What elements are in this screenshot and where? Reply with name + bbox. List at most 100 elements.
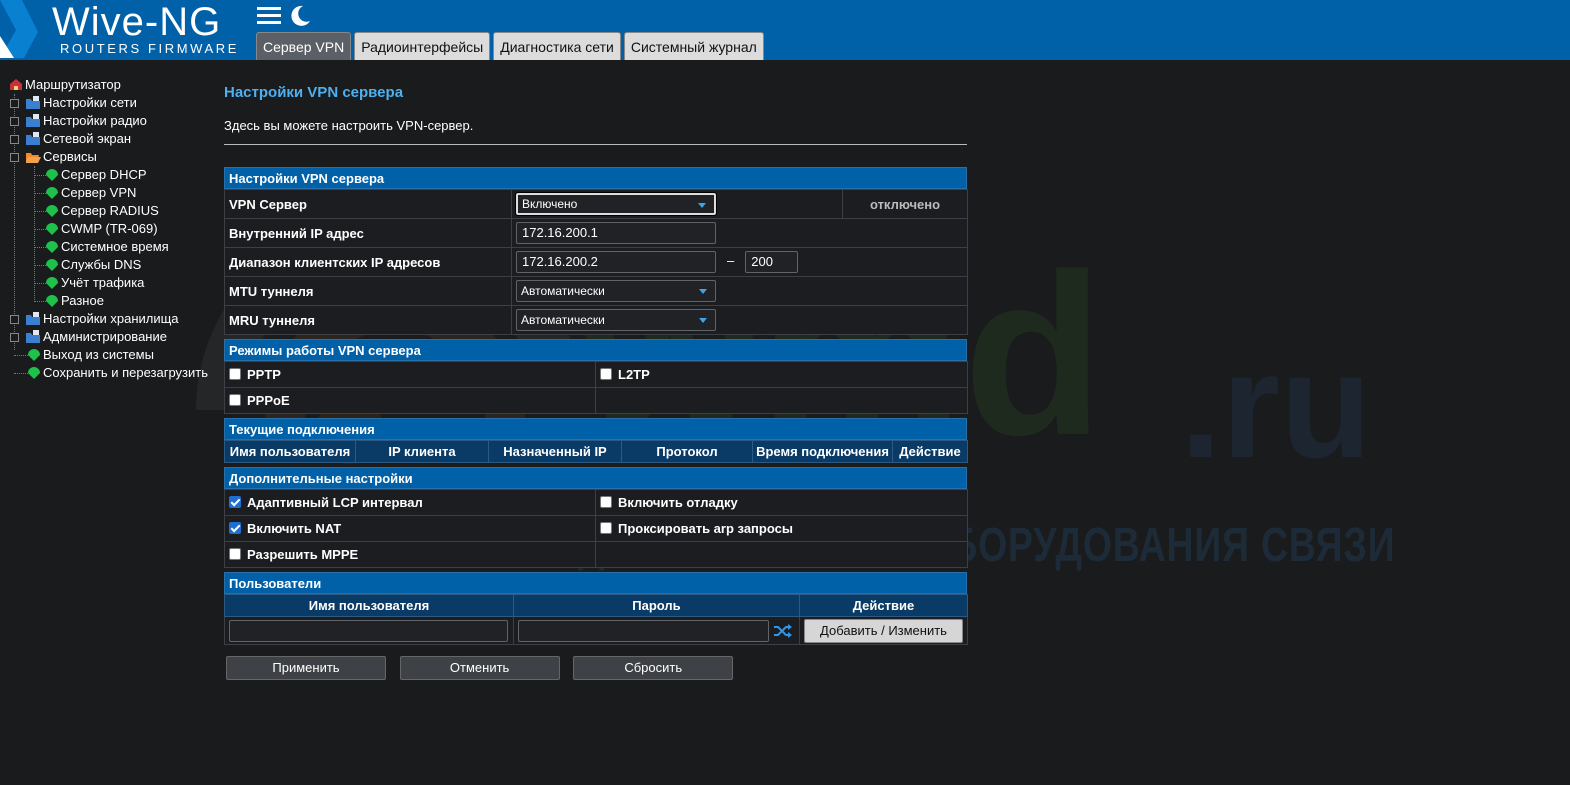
section-header: Текущие подключения bbox=[224, 418, 967, 440]
client-range-label: Диапазон клиентских IP адресов bbox=[224, 247, 512, 277]
sidebar-item-radio-settings[interactable]: Настройки радио bbox=[0, 112, 215, 130]
nat-checkbox[interactable] bbox=[229, 522, 241, 534]
tab-radio-interfaces[interactable]: Радиоинтерфейсы bbox=[354, 32, 491, 60]
cancel-button[interactable]: Отменить bbox=[399, 656, 560, 680]
sidebar-item-label: Настройки сети bbox=[43, 95, 137, 110]
folder-icon bbox=[26, 312, 40, 325]
sidebar-item-misc[interactable]: Разное bbox=[0, 292, 215, 310]
pptp-checkbox[interactable] bbox=[229, 368, 241, 380]
vpn-server-select[interactable]: Включено bbox=[515, 192, 717, 216]
sidebar-item-label: Учёт трафика bbox=[61, 275, 145, 290]
sidebar-item-label: Сервисы bbox=[43, 149, 97, 164]
mtu-select[interactable]: Автоматически bbox=[516, 280, 716, 302]
range-dash: – bbox=[727, 253, 735, 269]
green-leaf-icon bbox=[28, 349, 40, 361]
sidebar-item-radius-server[interactable]: Сервер RADIUS bbox=[0, 202, 215, 220]
sidebar-item-dhcp-server[interactable]: Сервер DHCP bbox=[0, 166, 215, 184]
section-header: Пользователи bbox=[224, 572, 967, 594]
password-input[interactable] bbox=[518, 619, 769, 642]
sidebar-root-router[interactable]: Маршрутизатор bbox=[0, 76, 215, 94]
sidebar-tree: Маршрутизатор Настройки сети Настройки р… bbox=[0, 76, 215, 382]
adaptive-lcp-label: Адаптивный LCP интервал bbox=[247, 495, 423, 510]
sidebar-item-dns-services[interactable]: Службы DNS bbox=[0, 256, 215, 274]
green-leaf-icon bbox=[28, 367, 40, 379]
sidebar-item-system-time[interactable]: Системное время bbox=[0, 238, 215, 256]
connections-section: Текущие подключения Имя пользователя IP … bbox=[224, 418, 968, 463]
page-description: Здесь вы можете настроить VPN-сервер. bbox=[224, 118, 474, 133]
divider bbox=[224, 144, 967, 145]
green-leaf-icon bbox=[46, 295, 58, 307]
shuffle-icon[interactable] bbox=[773, 623, 793, 639]
sidebar-item-administration[interactable]: Администрирование bbox=[0, 328, 215, 346]
vpn-server-row: VPN Сервер Включено отключено bbox=[224, 189, 968, 219]
top-tabs: Сервер VPN Радиоинтерфейсы Диагностика с… bbox=[256, 32, 764, 60]
sidebar-item-label: Разное bbox=[61, 293, 104, 308]
vpn-server-label: VPN Сервер bbox=[224, 189, 512, 219]
logo-icon bbox=[0, 0, 38, 58]
logo-subtitle: ROUTERS FIRMWARE bbox=[60, 41, 240, 56]
mppe-checkbox[interactable] bbox=[229, 548, 241, 560]
moon-icon[interactable] bbox=[288, 4, 312, 28]
green-leaf-icon bbox=[46, 259, 58, 271]
sidebar-item-traffic-accounting[interactable]: Учёт трафика bbox=[0, 274, 215, 292]
select-value: Включено bbox=[522, 197, 578, 211]
top-header: Wive-NG ROUTERS FIRMWARE Сервер VPN Ради… bbox=[0, 0, 1570, 60]
col-action: Действие bbox=[892, 440, 968, 463]
username-input[interactable] bbox=[229, 619, 508, 642]
proxy-arp-label: Проксировать arp запросы bbox=[618, 521, 793, 536]
tab-network-diagnostics[interactable]: Диагностика сети bbox=[493, 32, 621, 60]
vpn-settings-section: Настройки VPN сервера VPN Сервер Включен… bbox=[224, 167, 968, 335]
section-header: Настройки VPN сервера bbox=[224, 167, 967, 189]
add-edit-user-button[interactable]: Добавить / Изменить bbox=[804, 618, 963, 643]
logo-title: Wive-NG bbox=[52, 0, 222, 44]
mtu-row: MTU туннеля Автоматически bbox=[224, 276, 968, 306]
sidebar-root-label: Маршрутизатор bbox=[25, 77, 121, 92]
sidebar-item-save-reboot[interactable]: Сохранить и перезагрузить bbox=[0, 364, 215, 382]
client-range-end-input[interactable]: 200 bbox=[745, 251, 799, 273]
sidebar-item-label: Сохранить и перезагрузить bbox=[43, 365, 208, 380]
main-content: Настройки VPN сервера Здесь вы можете на… bbox=[224, 80, 968, 680]
tab-vpn-server[interactable]: Сервер VPN bbox=[256, 32, 352, 60]
sidebar-item-firewall[interactable]: Сетевой экран bbox=[0, 130, 215, 148]
sidebar-item-storage-settings[interactable]: Настройки хранилища bbox=[0, 310, 215, 328]
tab-system-log[interactable]: Системный журнал bbox=[623, 32, 764, 60]
debug-checkbox[interactable] bbox=[600, 496, 612, 508]
sidebar-item-network-settings[interactable]: Настройки сети bbox=[0, 94, 215, 112]
sidebar-item-label: CWMP (TR-069) bbox=[61, 221, 158, 236]
sidebar-item-label: Системное время bbox=[61, 239, 169, 254]
internal-ip-input[interactable]: 172.16.200.1 bbox=[516, 222, 716, 244]
sidebar-item-label: Службы DNS bbox=[61, 257, 142, 272]
sidebar-item-label: Выход из системы bbox=[43, 347, 154, 362]
sidebar-item-logout[interactable]: Выход из системы bbox=[0, 346, 215, 364]
l2tp-label: L2TP bbox=[618, 367, 650, 382]
mru-row: MRU туннеля Автоматически bbox=[224, 305, 968, 335]
col-protocol: Протокол bbox=[621, 440, 753, 463]
sidebar-item-vpn-server[interactable]: Сервер VPN bbox=[0, 184, 215, 202]
client-range-start-input[interactable]: 172.16.200.2 bbox=[516, 251, 716, 273]
nat-label: Включить NAT bbox=[247, 521, 342, 536]
green-leaf-icon bbox=[46, 205, 58, 217]
pppoe-checkbox[interactable] bbox=[229, 394, 241, 406]
sidebar-item-cwmp[interactable]: CWMP (TR-069) bbox=[0, 220, 215, 238]
apply-button[interactable]: Применить bbox=[226, 656, 386, 680]
proxy-arp-checkbox[interactable] bbox=[600, 522, 612, 534]
vpn-server-status: отключено bbox=[842, 189, 968, 219]
select-value: Автоматически bbox=[521, 313, 605, 327]
mru-select[interactable]: Автоматически bbox=[516, 309, 716, 331]
green-leaf-icon bbox=[46, 169, 58, 181]
client-range-row: Диапазон клиентских IP адресов 172.16.20… bbox=[224, 247, 968, 277]
green-leaf-icon bbox=[46, 241, 58, 253]
l2tp-checkbox[interactable] bbox=[600, 368, 612, 380]
pptp-label: PPTP bbox=[247, 367, 281, 382]
action-buttons: Применить Отменить Сбросить bbox=[224, 656, 967, 680]
col-password: Пароль bbox=[513, 594, 800, 617]
menu-icon[interactable] bbox=[256, 4, 282, 28]
adaptive-lcp-checkbox[interactable] bbox=[229, 496, 241, 508]
sidebar-item-label: Администрирование bbox=[43, 329, 167, 344]
advanced-section: Дополнительные настройки Адаптивный LCP … bbox=[224, 467, 968, 568]
reset-button[interactable]: Сбросить bbox=[573, 656, 734, 680]
section-header: Дополнительные настройки bbox=[224, 467, 967, 489]
sidebar-item-services[interactable]: Сервисы bbox=[0, 148, 215, 166]
pppoe-label: PPPoE bbox=[247, 393, 290, 408]
sidebar-item-label: Сервер VPN bbox=[61, 185, 137, 200]
